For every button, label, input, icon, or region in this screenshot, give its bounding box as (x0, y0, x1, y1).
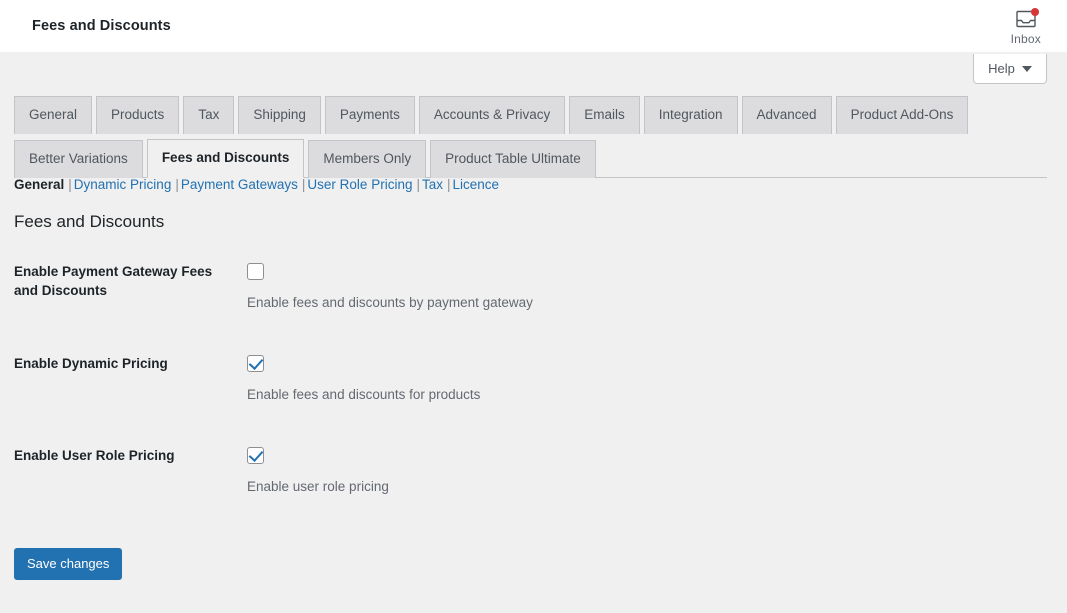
tab-products[interactable]: Products (96, 96, 180, 134)
settings-form-table: Enable Payment Gateway Fees and Discount… (14, 262, 1014, 538)
chevron-down-icon (1021, 65, 1032, 72)
setting-control-user-role-pricing: Enable user role pricing (247, 446, 1014, 538)
tab-shipping[interactable]: Shipping (238, 96, 321, 134)
subnav-separator-5: | (447, 177, 451, 192)
subnav-item-tax[interactable]: Tax (422, 177, 443, 192)
page-title: Fees and Discounts (32, 18, 171, 34)
admin-settings-screen: Fees and Discounts Inbox Help General Pro… (0, 0, 1067, 613)
tab-accounts-privacy[interactable]: Accounts & Privacy (418, 96, 566, 134)
tab-payments[interactable]: Payments (324, 96, 415, 134)
setting-control-payment-gateway-fees: Enable fees and discounts by payment gat… (247, 262, 1014, 354)
notification-dot (1030, 7, 1039, 16)
inbox-tray-icon (1015, 7, 1039, 29)
help-row: Help (0, 54, 1067, 88)
subnav-separator-4: | (416, 177, 420, 192)
tab-tax[interactable]: Tax (183, 96, 235, 134)
tab-better-variations[interactable]: Better Variations (14, 140, 143, 178)
checkbox-enable-user-role-pricing[interactable] (247, 447, 264, 464)
setting-row-dynamic-pricing: Enable Dynamic Pricing Enable fees and d… (14, 354, 1014, 446)
help-button-label: Help (988, 61, 1015, 76)
checkbox-enable-payment-gateway-fees[interactable] (247, 263, 264, 280)
subnav-item-general[interactable]: General (14, 177, 64, 192)
setting-control-dynamic-pricing: Enable fees and discounts for products (247, 354, 1014, 446)
tab-integration[interactable]: Integration (643, 96, 738, 134)
tab-product-table-ultimate[interactable]: Product Table Ultimate (430, 140, 596, 178)
tab-product-add-ons[interactable]: Product Add-Ons (835, 96, 969, 134)
subnav-item-dynamic-pricing[interactable]: Dynamic Pricing (74, 177, 172, 192)
tab-members-only[interactable]: Members Only (308, 140, 427, 178)
section-heading: Fees and Discounts (14, 212, 165, 231)
subnav-item-user-role-pricing[interactable]: User Role Pricing (307, 177, 412, 192)
inbox-button[interactable]: Inbox (1005, 7, 1047, 46)
setting-row-user-role-pricing: Enable User Role Pricing Enable user rol… (14, 446, 1014, 538)
tab-advanced[interactable]: Advanced (741, 96, 832, 134)
subnav-item-licence[interactable]: Licence (453, 177, 500, 192)
tab-fees-and-discounts[interactable]: Fees and Discounts (146, 139, 305, 178)
subnav-separator-3: | (301, 177, 306, 192)
tab-emails[interactable]: Emails (569, 96, 640, 134)
setting-description-user-role-pricing: Enable user role pricing (247, 479, 389, 494)
settings-tab-bar: General Products Tax Shipping Payments Accoun… (14, 96, 1047, 178)
inbox-label: Inbox (1010, 31, 1041, 46)
setting-label-payment-gateway-fees: Enable Payment Gateway Fees and Discount… (14, 264, 213, 298)
setting-label-user-role-pricing: Enable User Role Pricing (14, 448, 175, 463)
subnav-separator-2: | (175, 177, 179, 192)
setting-description-dynamic-pricing: Enable fees and discounts for products (247, 387, 481, 402)
subnav-separator-1: | (68, 177, 72, 192)
save-changes-button[interactable]: Save changes (14, 548, 123, 580)
submit-area: Save changes (14, 548, 123, 580)
subnav-item-payment-gateways[interactable]: Payment Gateways (181, 177, 298, 192)
setting-row-payment-gateway-fees: Enable Payment Gateway Fees and Discount… (14, 262, 1014, 354)
tab-general[interactable]: General (14, 96, 93, 134)
checkbox-enable-dynamic-pricing[interactable] (247, 355, 264, 372)
top-header-bar: Fees and Discounts Inbox (0, 0, 1067, 52)
setting-label-dynamic-pricing: Enable Dynamic Pricing (14, 356, 168, 371)
setting-description-payment-gateway-fees: Enable fees and discounts by payment gat… (247, 295, 533, 310)
section-subnav: General | Dynamic Pricing | Payment Gateways… (14, 176, 499, 194)
top-header-actions: Inbox (1005, 7, 1047, 46)
help-button[interactable]: Help (973, 54, 1047, 84)
